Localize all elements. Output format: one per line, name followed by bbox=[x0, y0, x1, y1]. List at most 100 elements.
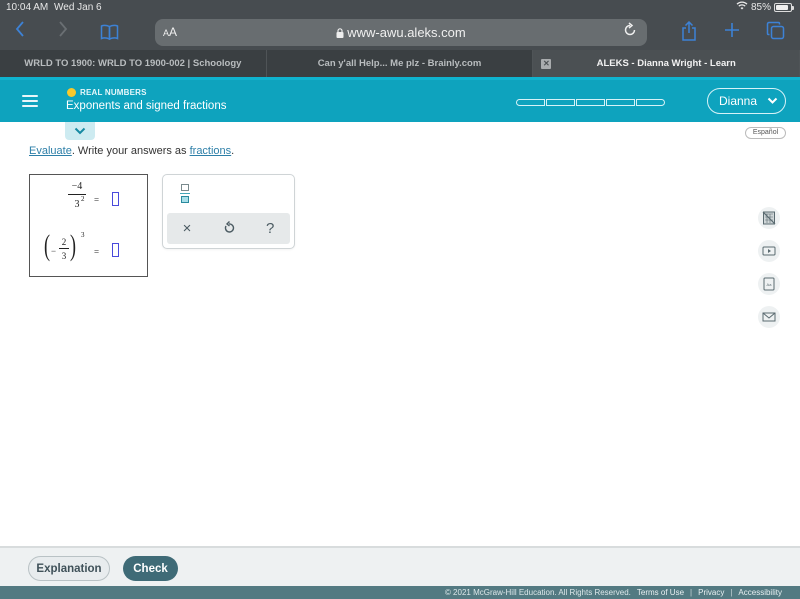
progress-bar bbox=[516, 99, 665, 106]
privacy-link[interactable]: Privacy bbox=[698, 588, 724, 597]
lock-icon bbox=[336, 28, 344, 38]
clear-button[interactable]: × bbox=[183, 220, 192, 237]
reload-button[interactable] bbox=[623, 22, 637, 43]
tab-title: Can y'all Help... Me plz - Brainly.com bbox=[317, 58, 482, 69]
calculator-button[interactable] bbox=[758, 207, 780, 229]
back-button[interactable] bbox=[14, 20, 26, 44]
check-button[interactable]: Check bbox=[123, 556, 178, 581]
user-menu-button[interactable]: Dianna bbox=[707, 88, 786, 114]
problem-1-exponent: 2 bbox=[81, 195, 85, 203]
plus-icon bbox=[725, 23, 739, 37]
user-name: Dianna bbox=[719, 94, 758, 108]
explanation-button[interactable]: Explanation bbox=[28, 556, 110, 581]
browser-tab-schoology[interactable]: WRLD TO 1900: WRLD TO 1900-002 | Schoolo… bbox=[0, 50, 267, 77]
browser-tabs: WRLD TO 1900: WRLD TO 1900-002 | Schoolo… bbox=[0, 50, 800, 77]
status-bar: 10:04 AM Wed Jan 6 85% bbox=[0, 0, 800, 15]
progress-segment bbox=[576, 99, 605, 106]
chevron-left-icon bbox=[15, 21, 24, 37]
reload-icon bbox=[624, 22, 636, 36]
problem-1-base: 3 bbox=[74, 199, 80, 210]
battery-icon bbox=[774, 2, 794, 12]
dictionary-icon: Aa bbox=[763, 277, 775, 291]
tabs-overview-button[interactable] bbox=[766, 21, 785, 46]
topic-status-dot bbox=[67, 88, 76, 97]
copyright-text: © 2021 McGraw-Hill Education. All Rights… bbox=[444, 588, 631, 597]
fraction-button[interactable] bbox=[180, 184, 190, 204]
wifi-icon bbox=[736, 1, 748, 13]
keypad-actions: × ? bbox=[167, 213, 290, 244]
bookmarks-button[interactable] bbox=[100, 22, 119, 46]
battery-percent: 85% bbox=[750, 1, 771, 13]
video-button[interactable] bbox=[758, 240, 780, 262]
topic-label: REAL NUMBERS bbox=[80, 88, 147, 97]
browser-toolbar: AA www-awu.aleks.com bbox=[0, 15, 800, 50]
url-text: www-awu.aleks.com bbox=[347, 25, 466, 40]
instructions-end: . bbox=[231, 145, 235, 157]
chevron-right-icon bbox=[59, 21, 68, 37]
footer: © 2021 McGraw-Hill Education. All Rights… bbox=[0, 586, 800, 599]
instructions: Evaluate. Write your answers as fraction… bbox=[29, 145, 234, 157]
collapse-header-button[interactable] bbox=[65, 122, 95, 140]
footer-separator: | bbox=[690, 588, 693, 597]
terms-link[interactable]: Terms of Use bbox=[637, 588, 684, 597]
problem-2-exponent: 3 bbox=[81, 231, 85, 239]
spanish-language-button[interactable]: Español bbox=[745, 127, 786, 139]
problem-2-open-paren: ( bbox=[44, 229, 50, 262]
chevron-down-icon bbox=[767, 97, 778, 104]
new-tab-button[interactable] bbox=[723, 21, 741, 45]
share-button[interactable] bbox=[681, 20, 697, 47]
book-icon bbox=[100, 24, 119, 41]
problem-1-fraction: −4 32 bbox=[68, 181, 86, 210]
tab-title: ALEKS - Dianna Wright - Learn bbox=[596, 58, 736, 69]
forward-button[interactable] bbox=[57, 20, 69, 44]
chevron-down-icon bbox=[74, 127, 86, 135]
undo-button[interactable] bbox=[223, 220, 235, 238]
aleks-header: REAL NUMBERS Exponents and signed fracti… bbox=[0, 77, 800, 122]
problem-1-numerator: −4 bbox=[68, 181, 86, 195]
status-time: 10:04 AM bbox=[6, 2, 49, 13]
problem-box: −4 32 = ( − 2 3 ) 3 = bbox=[29, 174, 148, 277]
side-tools: Aa bbox=[758, 207, 780, 328]
browser-tab-aleks[interactable]: ✕ ALEKS - Dianna Wright - Learn bbox=[533, 50, 800, 77]
accessibility-link[interactable]: Accessibility bbox=[738, 588, 782, 597]
status-date: Wed Jan 6 bbox=[54, 2, 102, 13]
tab-title: WRLD TO 1900: WRLD TO 1900-002 | Schoolo… bbox=[24, 58, 242, 69]
problem-1-denominator: 32 bbox=[68, 195, 86, 210]
message-button[interactable] bbox=[758, 306, 780, 328]
problem-2-close-paren: ) bbox=[70, 229, 76, 262]
undo-icon bbox=[224, 220, 234, 233]
bottom-action-bar: Explanation Check bbox=[0, 546, 800, 586]
browser-tab-brainly[interactable]: Can y'all Help... Me plz - Brainly.com bbox=[267, 50, 534, 77]
instructions-text: . Write your answers as bbox=[71, 145, 190, 157]
menu-icon[interactable] bbox=[22, 95, 38, 107]
problem-2-denominator: 3 bbox=[61, 251, 67, 261]
progress-segment bbox=[516, 99, 545, 106]
problem-1-answer-input[interactable] bbox=[112, 192, 119, 206]
video-icon bbox=[762, 246, 776, 256]
address-bar[interactable]: AA www-awu.aleks.com bbox=[155, 19, 647, 46]
progress-segment bbox=[606, 99, 635, 106]
subtopic-title: Exponents and signed fractions bbox=[66, 100, 227, 112]
progress-segment bbox=[546, 99, 575, 106]
help-button[interactable]: ? bbox=[266, 220, 274, 237]
fractions-link[interactable]: fractions bbox=[190, 145, 232, 157]
dictionary-button[interactable]: Aa bbox=[758, 273, 780, 295]
problem-2-sign: − bbox=[51, 246, 57, 256]
footer-separator: | bbox=[730, 588, 733, 597]
svg-text:Aa: Aa bbox=[767, 282, 773, 287]
evaluate-link[interactable]: Evaluate bbox=[29, 145, 72, 157]
calculator-disabled-icon bbox=[762, 211, 776, 225]
tabs-icon bbox=[766, 21, 785, 40]
problem-2-equals: = bbox=[94, 247, 100, 257]
problem-1-equals: = bbox=[94, 195, 100, 205]
problem-2-numerator: 2 bbox=[59, 237, 69, 249]
mail-icon bbox=[762, 312, 776, 322]
problem-2-answer-input[interactable] bbox=[112, 243, 119, 257]
problem-2-fraction: 2 3 bbox=[59, 237, 69, 261]
math-keypad: × ? bbox=[162, 174, 295, 249]
url-display: www-awu.aleks.com bbox=[155, 25, 647, 40]
progress-segment bbox=[636, 99, 665, 106]
share-icon bbox=[682, 20, 696, 41]
close-tab-icon[interactable]: ✕ bbox=[541, 59, 552, 69]
topic-row: REAL NUMBERS bbox=[67, 88, 147, 97]
